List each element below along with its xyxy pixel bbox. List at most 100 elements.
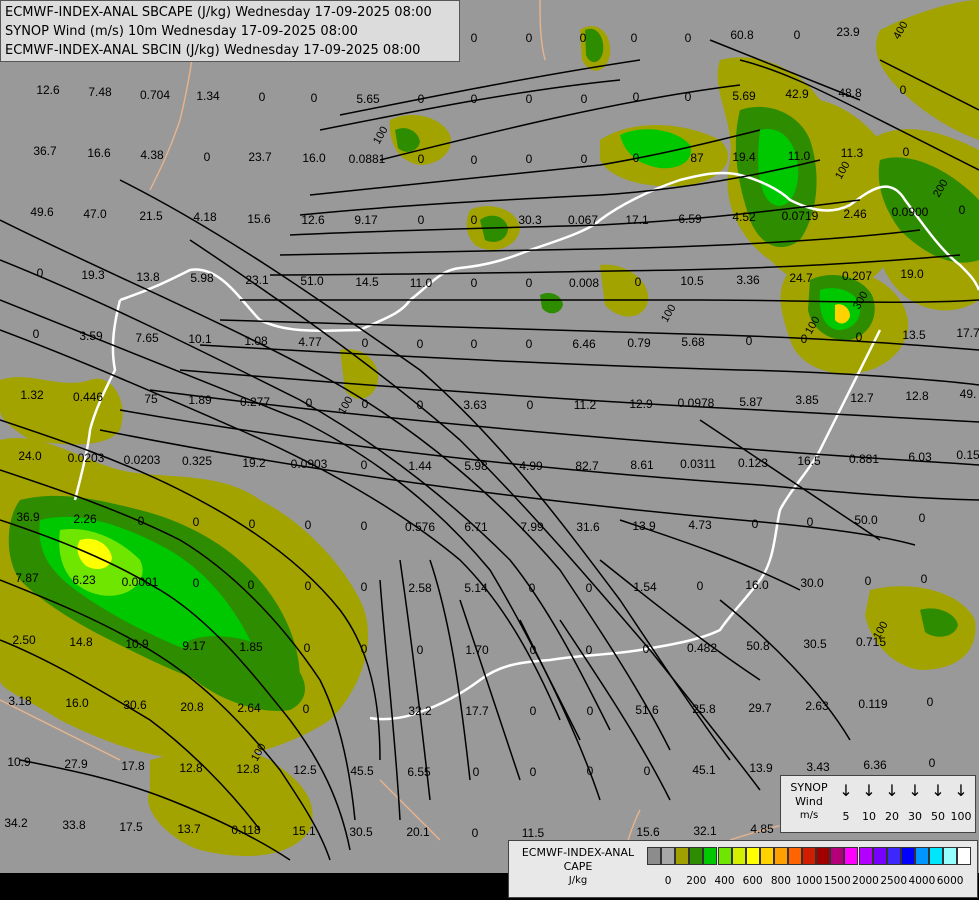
wind-speed-label: 50 <box>931 810 945 823</box>
cape-value-label: 45.5 <box>350 764 374 778</box>
cape-value-label: 13.5 <box>902 328 926 342</box>
cape-value-label: 0.0978 <box>678 396 715 410</box>
cape-value-label: 50.8 <box>746 639 770 653</box>
cape-tick-label: 400 <box>714 875 735 887</box>
cape-value-label: 12.5 <box>293 763 317 777</box>
cape-value-label: 0 <box>900 83 907 97</box>
cape-value-label: 0 <box>801 332 808 346</box>
cape-value-label: 12.6 <box>301 213 325 227</box>
cape-value-label: 3.63 <box>463 398 487 412</box>
cape-value-label: 13.7 <box>177 822 201 836</box>
cape-value-label: 0 <box>587 704 594 718</box>
cape-value-label: 0 <box>417 398 424 412</box>
cape-color-swatch <box>816 847 831 865</box>
cape-value-label: 0 <box>472 826 479 840</box>
cape-value-label: 11.3 <box>841 146 864 160</box>
cape-value-label: 0 <box>473 765 480 779</box>
cape-value-label: 7.65 <box>135 331 159 345</box>
cape-value-label: 0 <box>204 150 211 164</box>
cape-value-label: 0.446 <box>73 390 103 404</box>
cape-value-label: 0 <box>921 572 928 586</box>
cape-value-label: 2.64 <box>237 701 261 715</box>
cape-value-label: 33.8 <box>62 818 86 832</box>
cape-value-label: 32.1 <box>693 824 717 838</box>
cape-value-label: 87 <box>690 151 704 165</box>
cape-value-label: 0.207 <box>842 269 872 283</box>
cape-value-label: 3.59 <box>79 329 103 343</box>
wind-speed-label: 10 <box>862 810 876 823</box>
cape-value-label: 0 <box>865 574 872 588</box>
cape-value-label: 6.36 <box>863 758 887 772</box>
cape-value-label: 4.85 <box>750 822 774 836</box>
cape-value-label: 0 <box>581 152 588 166</box>
cape-value-label: 0 <box>529 581 536 595</box>
cape-value-label: 0 <box>586 581 593 595</box>
cape-value-label: 0 <box>417 337 424 351</box>
cape-value-label: 0 <box>471 213 478 227</box>
cape-value-label: 0.008 <box>569 276 599 290</box>
cape-tick-label: 4000 <box>908 875 936 887</box>
cape-value-label: 19.4 <box>732 150 756 164</box>
cape-color-swatch <box>858 847 873 865</box>
cape-value-label: 0 <box>526 31 533 45</box>
cape-tick-label: 800 <box>770 875 791 887</box>
cape-value-label: 5.98 <box>464 459 488 473</box>
wind-arrow-icon: ↓ <box>862 781 876 800</box>
cape-value-label: 16.0 <box>65 696 89 710</box>
cape-color-legend: ECMWF-INDEX-ANAL CAPE J/kg 0 200 400 600 800… <box>508 840 978 898</box>
cape-value-label: 27.9 <box>64 757 88 771</box>
cape-value-label: 50.0 <box>854 513 878 527</box>
cape-value-label: 0 <box>259 90 266 104</box>
cape-value-label: 49.6 <box>30 205 54 219</box>
cape-value-label: 0 <box>587 764 594 778</box>
cape-value-label: 0 <box>193 576 200 590</box>
cape-value-label: 48.8 <box>838 86 862 100</box>
cape-value-label: 0 <box>361 458 368 472</box>
cape-color-swatch <box>943 847 958 865</box>
cape-value-label: 0 <box>631 31 638 45</box>
cape-value-label: 0.123 <box>738 456 768 470</box>
cape-value-label: 9.17 <box>354 213 378 227</box>
cape-tick-label: 1500 <box>823 875 851 887</box>
cape-value-label: 0 <box>303 702 310 716</box>
cape-value-label: 49. <box>960 387 977 401</box>
synop-wind-legend: SYNOP Wind m/s ↓ 5 ↓ 10 ↓ 20 ↓ 30 ↓ 50 ↓ 100 <box>780 775 976 833</box>
cape-value-label: 20.1 <box>406 825 430 839</box>
cape-value-label: 30.5 <box>803 637 827 651</box>
cape-value-label: 20.8 <box>180 700 204 714</box>
wind-arrow-icon: ↓ <box>954 781 968 800</box>
cape-color-swatch <box>717 847 732 865</box>
cape-value-label: 5.65 <box>356 92 380 106</box>
cape-value-label: 0 <box>471 92 478 106</box>
cape-value-label: 0 <box>306 396 313 410</box>
cape-value-label: 0 <box>807 515 814 529</box>
cape-value-label: 10.5 <box>680 274 704 288</box>
cape-legend-title: ECMWF-INDEX-ANAL CAPE J/kg <box>521 846 635 886</box>
cape-value-label: 36.9 <box>16 510 40 524</box>
cape-value-label: 0 <box>633 151 640 165</box>
cape-value-label: 3.36 <box>736 273 760 287</box>
cape-value-label: 0 <box>418 213 425 227</box>
cape-value-label: 25.8 <box>692 702 716 716</box>
cape-value-label: 0.277 <box>240 395 270 409</box>
cape-value-label: 23.1 <box>245 273 269 287</box>
cape-value-label: 51.6 <box>635 703 659 717</box>
cape-value-label: 19.0 <box>900 267 924 281</box>
cape-value-label: 0.0001 <box>122 575 159 589</box>
cape-value-label: 15.6 <box>636 825 660 839</box>
cape-value-label: 0.118 <box>231 823 260 837</box>
cape-color-swatch <box>675 847 690 865</box>
cape-value-label: 1.08 <box>244 334 268 348</box>
cape-value-label: 42.9 <box>785 87 809 101</box>
cape-value-label: 7.99 <box>520 520 544 534</box>
cape-value-label: 0 <box>471 276 478 290</box>
cape-value-label: 1.70 <box>465 643 489 657</box>
cape-value-label: 23.7 <box>248 150 272 164</box>
cape-value-label: 6.55 <box>407 765 431 779</box>
cape-value-label: 13.9 <box>749 761 773 775</box>
cape-value-label: 0 <box>471 31 478 45</box>
cape-value-label: 0 <box>530 643 537 657</box>
cape-tick-label: 0 <box>664 875 672 887</box>
cape-value-label: 0.15 <box>956 448 979 462</box>
cape-value-label: 5.69 <box>732 89 756 103</box>
